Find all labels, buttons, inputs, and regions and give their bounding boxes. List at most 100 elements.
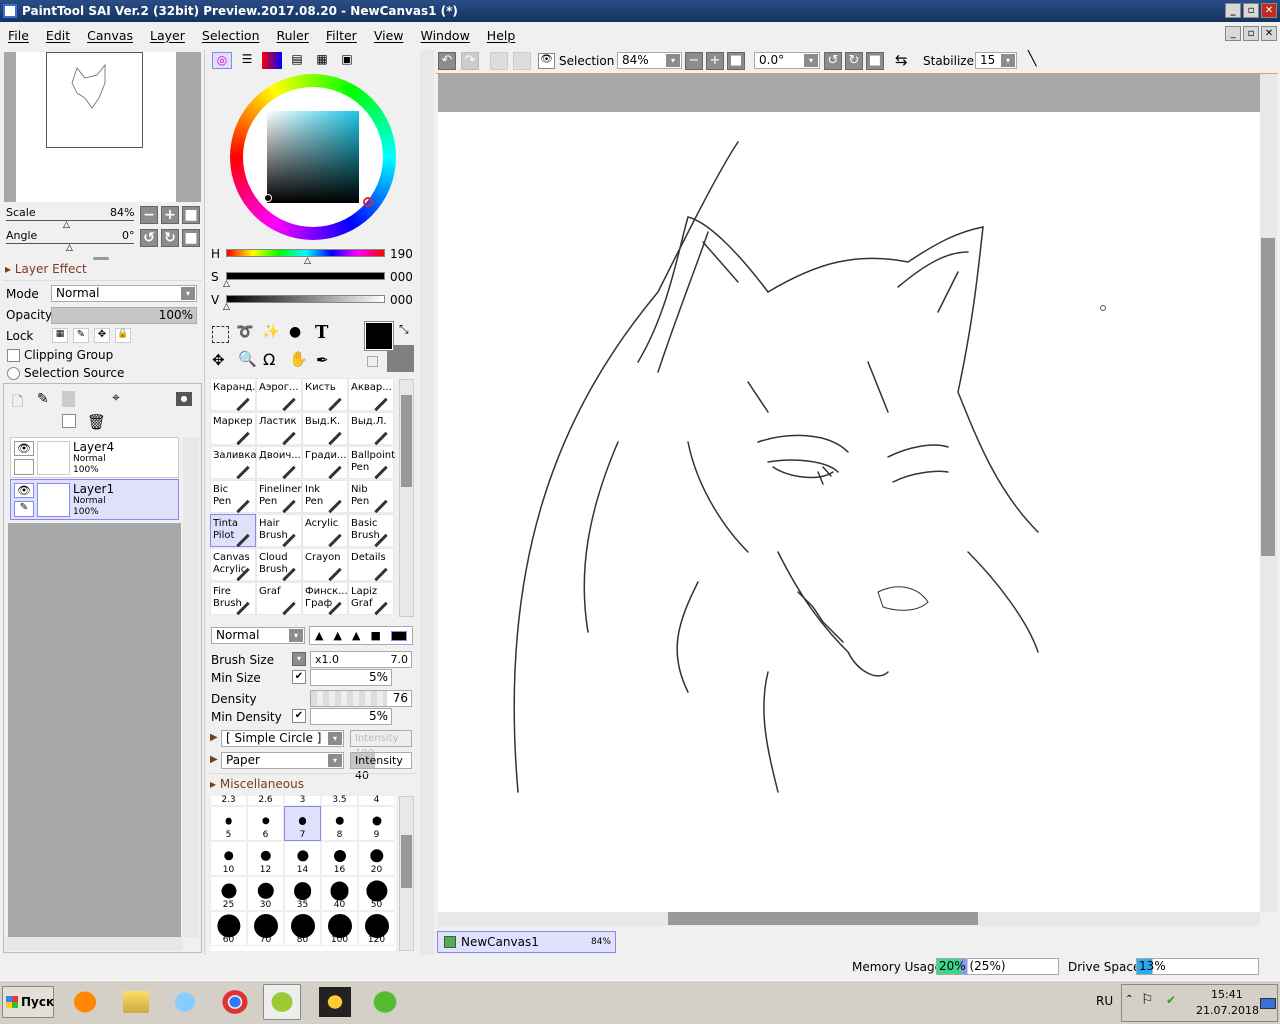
taskbar-media-player[interactable] — [66, 984, 104, 1020]
canvas-hscrollbar[interactable] — [438, 912, 1260, 926]
maximize-button[interactable]: ▫ — [1243, 3, 1259, 18]
mask-icon[interactable]: ● — [176, 392, 192, 406]
brush-slot[interactable]: Bic Pen — [210, 480, 256, 514]
brush-slot[interactable]: Заливка — [210, 446, 257, 480]
brush-size-slot[interactable]: 50 — [358, 876, 395, 911]
texture-expand-icon[interactable]: ▶ — [210, 754, 218, 765]
shape-expand-icon[interactable]: ▶ — [210, 732, 218, 743]
brush-slot[interactable]: Lapiz Graf — [348, 582, 394, 616]
hsv-slider-tab[interactable] — [262, 52, 282, 69]
menu-selection[interactable]: Selection — [194, 28, 269, 43]
blend-mode-select[interactable]: Normal ▾ — [211, 627, 305, 644]
brush-slot[interactable]: Graf — [256, 582, 302, 616]
transparent-color-icon[interactable] — [367, 356, 378, 367]
scale-slider-handle[interactable]: △ — [63, 220, 70, 230]
redo-button[interactable]: ↷ — [461, 52, 479, 70]
brush-size-slot[interactable]: 80 — [284, 911, 321, 946]
hue-ring[interactable] — [230, 74, 396, 240]
brush-size-slot[interactable]: 14 — [284, 841, 321, 876]
brush-size-slot[interactable]: 5 — [210, 806, 247, 841]
shape-intensity-slider[interactable]: Intensity 100 — [350, 730, 412, 759]
brush-size-slot[interactable]: 16 — [321, 841, 358, 876]
new-layer-icon[interactable]: 🗋 — [12, 391, 23, 415]
hue-marker[interactable] — [363, 197, 373, 207]
brush-slot[interactable]: Acrylic — [302, 514, 348, 548]
brush-size-slot[interactable]: 4 — [358, 795, 395, 806]
stabilizer-select[interactable]: 15 ▾ — [975, 52, 1017, 69]
usb-device-icon[interactable]: ✔ — [1166, 993, 1176, 1007]
clock-time[interactable]: 15:41 — [1211, 988, 1243, 1001]
layer-row-selected[interactable]: 👁 ✎ Layer1 Normal 100% — [10, 479, 179, 520]
mode-select[interactable]: Normal ▾ — [51, 285, 197, 302]
brush-slot[interactable]: Fire Brush — [210, 582, 256, 616]
brush-size-slider[interactable]: x1.0 7.0 — [310, 651, 412, 668]
scale-slider[interactable] — [6, 220, 134, 221]
rect-select-tool[interactable] — [212, 326, 229, 343]
magic-wand-tool[interactable]: ✨ — [262, 324, 279, 340]
doc-minimize-button[interactable]: _ — [1225, 26, 1241, 41]
min-size-checkbox[interactable]: ✔ — [292, 670, 306, 684]
doc-restore-button[interactable]: ▫ — [1243, 26, 1259, 41]
brush-size-slot[interactable]: 20 — [358, 841, 395, 876]
layer-row[interactable]: 👁 Layer4 Normal 100% — [10, 437, 179, 478]
brush-size-slot[interactable]: 10 — [210, 841, 247, 876]
size-grid-scrollbar[interactable] — [399, 796, 414, 951]
rotate-right-button[interactable]: ↻ — [161, 229, 179, 247]
menu-edit[interactable]: Edit — [38, 28, 79, 43]
new-folder-icon[interactable] — [62, 391, 75, 407]
sv-square[interactable] — [267, 111, 359, 203]
menu-view[interactable]: View — [366, 28, 413, 43]
text-tool[interactable]: T — [315, 322, 328, 343]
brush-size-slot[interactable]: 2.6 — [247, 795, 284, 806]
zoom-in-button[interactable]: + — [161, 206, 179, 224]
lock-transparency-button[interactable]: ▦ — [52, 328, 68, 343]
swap-colors-icon[interactable]: ⤡ — [399, 322, 409, 337]
clock-date[interactable]: 21.07.2018 — [1196, 1004, 1259, 1017]
straight-line-icon[interactable]: ╲ — [1028, 51, 1036, 67]
menu-layer[interactable]: Layer — [142, 28, 194, 43]
zoom-in-button[interactable]: + — [706, 52, 724, 70]
brush-slot[interactable]: Выд.Л. — [348, 412, 394, 446]
scrollbar-thumb[interactable] — [668, 912, 978, 925]
density-slider[interactable]: 76 — [310, 690, 412, 707]
brush-size-slot[interactable]: 25 — [210, 876, 247, 911]
brush-slot[interactable]: Canvas Acrylic — [210, 548, 256, 582]
brush-slot[interactable]: Двоич... — [256, 446, 302, 480]
brush-slot[interactable]: Гради... — [302, 446, 348, 480]
zoom-tool[interactable]: 🔍 — [238, 350, 257, 368]
min-density-checkbox[interactable]: ✔ — [292, 709, 306, 723]
brush-slot[interactable]: Nib Pen — [348, 480, 394, 514]
zoom-reset-button[interactable]: ■ — [727, 52, 745, 70]
action-center-flag-icon[interactable]: ⚐ — [1141, 992, 1154, 1008]
taskbar-chrome[interactable] — [216, 984, 254, 1020]
rotate-left-button[interactable]: ↺ — [824, 52, 842, 70]
brush-slot[interactable]: Аквар... — [348, 378, 394, 412]
clipping-group-checkbox[interactable] — [7, 349, 20, 362]
menu-help[interactable]: Help — [479, 28, 525, 43]
eyedropper-tool[interactable]: ✒ — [316, 351, 329, 369]
brush-size-slot[interactable]: 3.5 — [321, 795, 358, 806]
selection-source-radio[interactable] — [7, 367, 20, 380]
rotate-right-button[interactable]: ↻ — [845, 52, 863, 70]
brush-size-slot[interactable]: 2.3 — [210, 795, 247, 806]
min-density-slider[interactable]: 5% — [310, 708, 392, 725]
layer-lock-slot[interactable] — [14, 459, 34, 475]
brush-size-slot[interactable]: 3 — [284, 795, 321, 806]
brush-slot[interactable]: Crayon — [302, 548, 348, 582]
brush-slot[interactable]: Маркер — [210, 412, 256, 446]
brush-slot[interactable]: Basic Brush — [348, 514, 394, 548]
min-size-slider[interactable]: 5% — [310, 669, 392, 686]
taskbar-movie-maker[interactable] — [316, 984, 354, 1020]
menu-filter[interactable]: Filter — [318, 28, 366, 43]
show-desktop-icon[interactable] — [1260, 998, 1276, 1009]
layer-list-hscrollbar[interactable] — [5, 937, 183, 951]
scrollbar-thumb[interactable] — [1261, 238, 1275, 556]
color-wheel-tab[interactable]: ◎ — [212, 52, 232, 69]
brush-size-slot[interactable]: 8 — [321, 806, 358, 841]
angle-select[interactable]: 0.0° ▾ — [754, 52, 820, 69]
brush-slot[interactable]: Tinta Pilot — [210, 514, 256, 548]
rotate-reset-button[interactable]: ■ — [182, 229, 200, 247]
primary-color[interactable] — [364, 321, 394, 351]
panel-scrollbar[interactable] — [420, 50, 434, 955]
scrollbar-thumb[interactable] — [401, 835, 412, 888]
